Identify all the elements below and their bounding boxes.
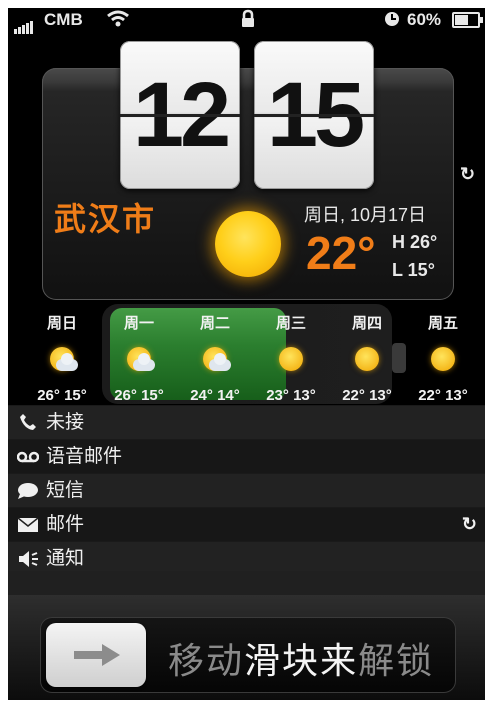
forecast-strip: 周日 26° 15° 周一 26° 15° 周二 24° 14° 周三 23° 13° 周四 22… [8,308,485,408]
low-temperature: L 15° [392,260,435,280]
forecast-temps: 26° 15° [37,387,87,404]
partly-cloudy-icon [201,347,231,375]
envelope-icon [16,508,40,544]
lock-icon [240,9,256,34]
high-temperature: H 26° [392,232,438,252]
forecast-day: 周五 22° 13° [413,308,473,404]
weather-date: 周日, 10月17日 [304,205,427,225]
forecast-day-name: 周四 [351,315,382,332]
notification-label: 邮件 [46,514,85,535]
lock-bar-divider [8,571,485,595]
message-bubble-icon [16,474,40,511]
notification-label: 未接 [46,412,85,433]
forecast-day-name: 周日 [46,315,77,332]
clock-minute-card: 15 [254,41,374,189]
alarm-clock-icon [384,11,400,32]
notification-missed-calls[interactable]: 未接 [8,405,485,439]
forecast-day-name: 周三 [275,315,306,332]
forecast-day: 周三 23° 13° [261,308,321,404]
refresh-icon[interactable]: ↻ [460,164,475,185]
sun-icon [353,347,381,375]
lock-screen: CMB 60% 12 15 ↻ 武汉市 周日, 10月17日 22° H 26°… [8,8,485,700]
battery-charging-icon [452,12,483,28]
forecast-day-name: 周二 [199,315,230,332]
arrow-right-icon [74,644,120,666]
battery-percent: 60% [407,10,442,29]
notification-mail[interactable]: 邮件 ↻ [8,507,485,541]
sun-icon [277,347,305,375]
partly-cloudy-icon [125,347,155,375]
sun-icon [215,211,281,277]
forecast-day: 周一 26° 15° [109,308,169,404]
carrier-label: CMB [44,10,83,29]
forecast-temps: 22° 13° [342,387,392,404]
sun-icon [429,347,457,375]
phone-icon [16,406,40,442]
forecast-temps: 22° 13° [418,387,468,404]
unlock-slider-knob[interactable] [46,623,146,687]
refresh-icon[interactable]: ↻ [462,508,477,541]
notification-label: 短信 [46,480,85,501]
city-name: 武汉市 [54,201,157,237]
notification-label: 语音邮件 [46,446,123,467]
clock-hour-card: 12 [120,41,240,189]
partly-cloudy-icon [48,347,78,375]
wifi-icon [106,10,130,33]
notification-alerts[interactable]: 通知 [8,541,485,575]
forecast-temps: 26° 15° [114,387,164,404]
current-temperature: 22° [306,227,376,279]
notification-sms[interactable]: 短信 [8,473,485,507]
slide-to-unlock-text: 移动滑块来解锁 [168,640,435,681]
forecast-day: 周四 22° 13° [337,308,397,404]
forecast-temps: 24° 14° [190,387,240,404]
forecast-day: 周二 24° 14° [185,308,245,404]
forecast-day: 周日 26° 15° [32,308,92,404]
forecast-day-name: 周五 [427,315,458,332]
notification-list: 未接 语音邮件 短信 邮件 ↻ 通知 [8,405,485,575]
forecast-day-name: 周一 [123,315,154,332]
signal-icon [14,14,34,34]
status-bar: CMB 60% [8,8,485,34]
forecast-temps: 23° 13° [266,387,316,404]
notification-voicemail[interactable]: 语音邮件 [8,439,485,473]
voicemail-icon [16,440,40,475]
